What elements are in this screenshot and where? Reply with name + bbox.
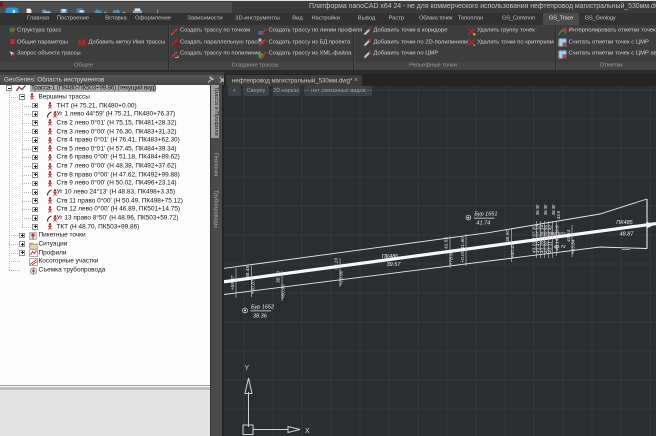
- svg-text:ПК486: ПК486: [382, 254, 399, 260]
- svg-text:+78.90: +78.90: [449, 250, 455, 265]
- svg-text:38.45: 38.45: [245, 266, 251, 278]
- svg-text:+23.90: +23.90: [339, 270, 345, 285]
- svg-text:+43.84: +43.84: [571, 239, 577, 254]
- svg-text:38.30: 38.30: [543, 204, 548, 215]
- svg-text:43.6: 43.6: [556, 210, 561, 219]
- svg-text:?: ?: [12, 54, 16, 58]
- svg-text:60.74: 60.74: [554, 244, 566, 249]
- svg-text:38.90: 38.90: [505, 230, 511, 242]
- svg-text:ПК485: ПК485: [616, 220, 633, 226]
- svg-text:41.55: 41.55: [444, 237, 450, 249]
- svg-text:Y: Y: [245, 365, 250, 372]
- svg-text:+0.00 41.60: +0.00 41.60: [460, 237, 466, 263]
- svg-text:X: X: [305, 428, 310, 435]
- svg-text:+50.87: +50.87: [251, 279, 257, 294]
- svg-text:38.40: 38.40: [276, 271, 282, 283]
- svg-text:43.11 +38.42: 43.11 +38.42: [547, 225, 553, 253]
- svg-text:+59.87: +59.87: [230, 275, 236, 290]
- svg-text:+80.90: +80.90: [281, 284, 287, 299]
- svg-text:39.57: 39.57: [387, 262, 402, 268]
- svg-text:+60.47: +60.47: [510, 243, 516, 258]
- svg-text:48.87: 48.87: [620, 232, 635, 238]
- svg-text:41.74: 41.74: [476, 221, 490, 227]
- svg-text:39.19: 39.19: [334, 258, 340, 270]
- svg-text:Бур 1651: Бур 1651: [474, 212, 497, 218]
- svg-text:38.30: 38.30: [535, 204, 540, 215]
- svg-text:Бур 1652: Бур 1652: [251, 304, 274, 310]
- svg-text:Вр 603: Вр 603: [551, 231, 566, 236]
- svg-text:38.36: 38.36: [253, 313, 268, 319]
